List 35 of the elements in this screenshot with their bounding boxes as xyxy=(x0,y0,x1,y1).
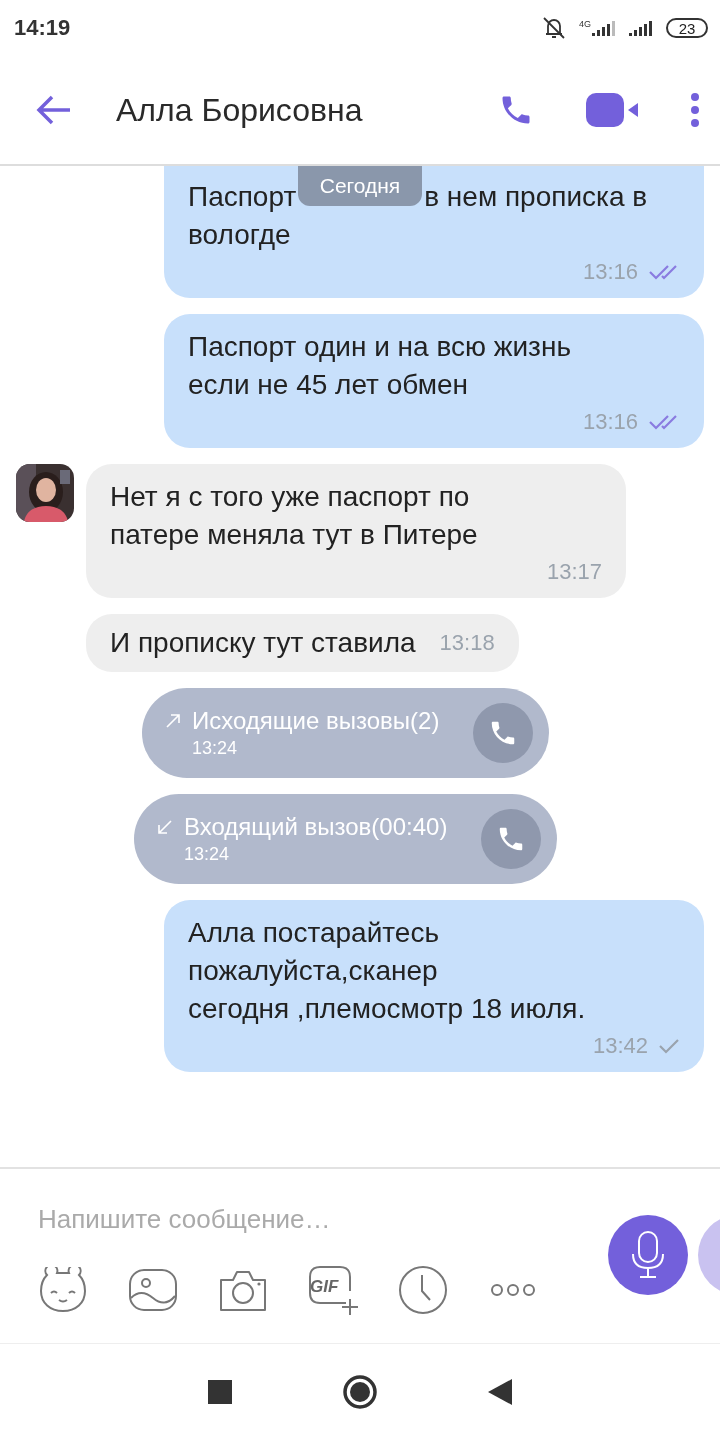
message-text: И прописку тут ставила xyxy=(110,626,416,660)
gif-button[interactable]: GIF xyxy=(306,1263,360,1317)
signal-icon xyxy=(592,20,617,36)
message-text: Нет я с того уже паспорт по патере меняла тут в Питере xyxy=(110,480,479,552)
signal-icon xyxy=(629,20,654,36)
call-label: Входящий вызов(00:40) xyxy=(184,812,448,842)
microphone-icon xyxy=(630,1230,666,1280)
call-back-button[interactable] xyxy=(473,703,534,763)
home-button[interactable] xyxy=(342,1374,378,1410)
message-time: 13:16 xyxy=(582,408,638,436)
contact-name: Алла Борисовна xyxy=(116,91,363,129)
network-type: 4G xyxy=(579,20,591,29)
call-back-button[interactable] xyxy=(481,809,542,869)
date-chip: Сегодня xyxy=(298,166,422,206)
back-icon[interactable] xyxy=(36,94,72,126)
status-time: 14:19 xyxy=(14,15,71,41)
message-text: Алла постарайтесь пожалуйста,сканер сегодня ,племосмотр 18 июля. xyxy=(188,916,587,1026)
message-time: 13:16 xyxy=(582,258,638,286)
back-button[interactable] xyxy=(488,1379,512,1405)
call-time: 13:24 xyxy=(192,737,239,760)
message-text: вологде xyxy=(188,218,292,252)
message-time: 13:42 xyxy=(592,1032,648,1060)
message-text: Паспорт xyxy=(188,180,297,214)
call-label: Исходящие вызовы(2) xyxy=(192,706,440,736)
message-text: в нем прописка в xyxy=(424,180,648,214)
call-time: 13:24 xyxy=(184,843,231,866)
more-menu-icon[interactable] xyxy=(690,93,700,127)
muted-bell-icon xyxy=(541,16,567,40)
message-input[interactable]: Напишите сообщение… xyxy=(38,1199,578,1239)
message-time: 13:18 xyxy=(439,629,495,657)
clock-icon[interactable] xyxy=(396,1263,450,1317)
video-camera-icon[interactable] xyxy=(586,93,638,127)
message-time: 13:17 xyxy=(546,558,602,586)
battery-level: 23 xyxy=(666,18,708,38)
message-text: Паспорт один и на всю жизнь если не 45 лет обмен xyxy=(188,330,572,402)
